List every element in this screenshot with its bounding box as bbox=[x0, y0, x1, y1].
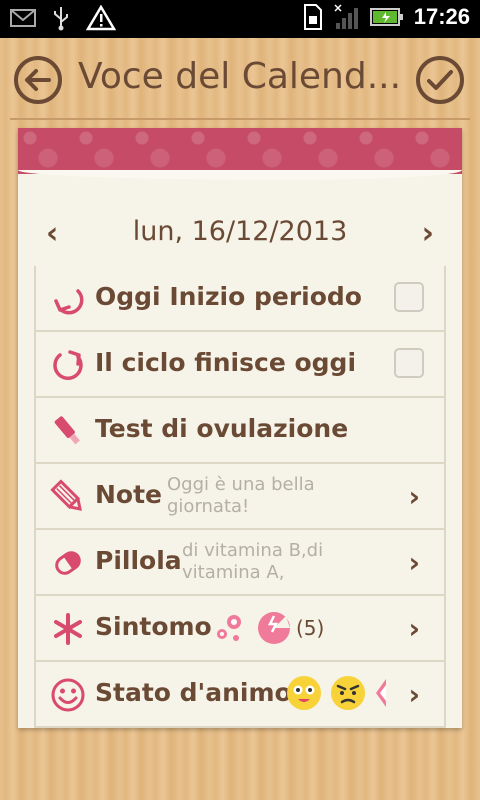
date-label: lun, 16/12/2013 bbox=[132, 216, 348, 247]
cycle-end-checkbox[interactable] bbox=[394, 348, 424, 378]
checkmark-icon bbox=[427, 70, 453, 90]
happy-emoji-icon bbox=[287, 676, 321, 710]
smiley-icon bbox=[51, 678, 85, 712]
row-label: Pillola bbox=[95, 546, 182, 575]
period-start-checkbox[interactable] bbox=[394, 282, 424, 312]
gmail-icon bbox=[10, 9, 36, 27]
next-day-button[interactable]: › bbox=[422, 216, 434, 251]
annoyed-emoji-icon bbox=[331, 676, 365, 710]
row-label: Oggi Inizio periodo bbox=[95, 282, 362, 311]
action-bar: Voce del Calend... bbox=[0, 38, 480, 120]
pill-preview: di vitamina B,di vitamina A, bbox=[182, 540, 323, 584]
status-bar: 17:26 bbox=[0, 0, 480, 38]
period-start-icon bbox=[54, 289, 84, 315]
hearts-ribbon bbox=[18, 128, 462, 174]
symptom-cramps-icon bbox=[258, 612, 290, 644]
period-start-row[interactable]: Oggi Inizio periodo bbox=[34, 266, 446, 332]
row-label: Sintomo bbox=[95, 612, 212, 641]
row-label: Test di ovulazione bbox=[95, 414, 349, 443]
entry-list: Oggi Inizio periodo Il ciclo finisce ogg… bbox=[34, 266, 446, 728]
mood-row[interactable]: Stato d'animo › bbox=[34, 662, 446, 728]
calendar-entry-card: ‹ lun, 16/12/2013 › Oggi Inizio periodo … bbox=[18, 128, 462, 728]
header-divider bbox=[10, 118, 470, 120]
row-label: Il ciclo finisce oggi bbox=[95, 348, 357, 377]
chevron-right-icon: › bbox=[408, 678, 420, 711]
chevron-right-icon: › bbox=[408, 546, 420, 579]
cycle-end-icon bbox=[53, 350, 83, 381]
chevron-right-icon: › bbox=[408, 612, 420, 645]
pill-icon bbox=[55, 551, 81, 575]
symptom-count: (5) bbox=[296, 616, 325, 640]
clock: 17:26 bbox=[413, 4, 470, 29]
notes-row[interactable]: Note Oggi è una bella giornata! › bbox=[34, 464, 446, 530]
note-preview: Oggi è una bella giornata! bbox=[167, 474, 315, 518]
date-navigator: ‹ lun, 16/12/2013 › bbox=[18, 210, 462, 254]
sim-icon bbox=[303, 4, 322, 30]
symptom-acne-icon bbox=[217, 615, 241, 641]
cycle-end-row[interactable]: Il ciclo finisce oggi bbox=[34, 332, 446, 398]
note-preview-line: giornata! bbox=[167, 496, 250, 517]
asterisk-icon bbox=[54, 613, 82, 645]
note-preview-line: Oggi è una bella bbox=[167, 474, 315, 495]
pill-row[interactable]: Pillola di vitamina B,di vitamina A, › bbox=[34, 530, 446, 596]
page-title: Voce del Calend... bbox=[78, 56, 402, 97]
signal-icon bbox=[334, 4, 358, 29]
row-label: Stato d'animo bbox=[95, 678, 292, 707]
pill-preview-line: di vitamina B,di bbox=[182, 540, 324, 561]
ovulation-test-row[interactable]: Test di ovulazione bbox=[34, 398, 446, 464]
row-label: Note bbox=[95, 480, 163, 509]
usb-icon bbox=[54, 7, 68, 31]
back-arrow-icon bbox=[25, 69, 51, 91]
battery-icon bbox=[369, 8, 403, 26]
warning-icon bbox=[86, 5, 116, 31]
pencil-icon bbox=[50, 479, 82, 511]
ovulation-test-icon bbox=[54, 416, 80, 445]
symptom-row[interactable]: Sintomo (5) › bbox=[34, 596, 446, 662]
pill-preview-line: vitamina A, bbox=[182, 562, 285, 583]
chevron-right-icon: › bbox=[408, 480, 420, 513]
mood-overflow-icon bbox=[376, 679, 386, 707]
back-button[interactable] bbox=[14, 56, 62, 104]
confirm-button[interactable] bbox=[416, 56, 464, 104]
torn-paper-edge bbox=[18, 170, 462, 180]
